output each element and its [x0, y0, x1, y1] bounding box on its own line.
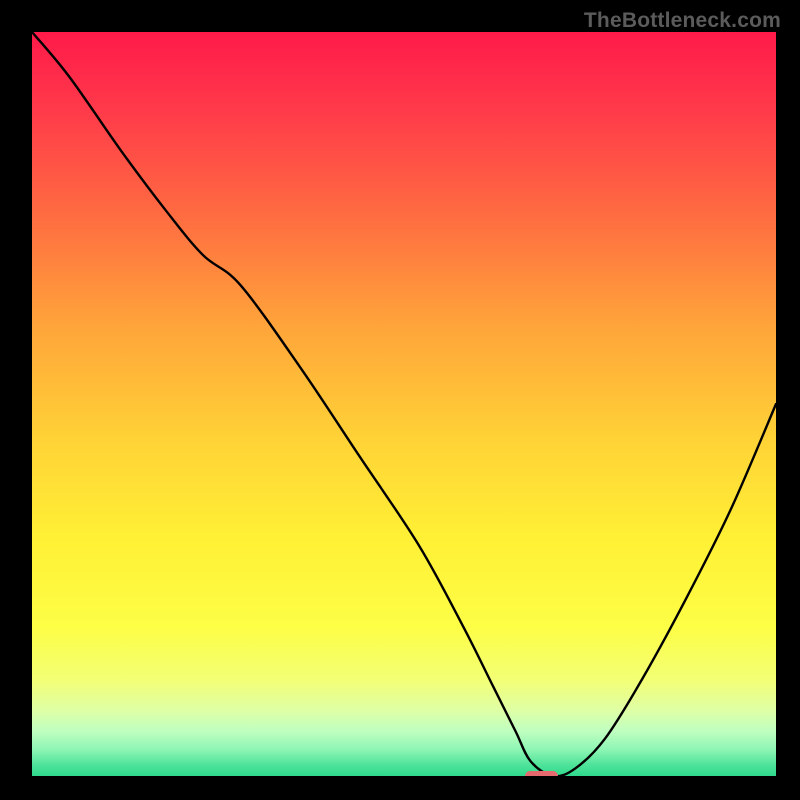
bottleneck-curve: [32, 32, 776, 776]
plot-area: [32, 32, 776, 776]
watermark-text: TheBottleneck.com: [584, 9, 781, 33]
optimal-marker: [525, 771, 558, 776]
chart-frame: TheBottleneck.com: [0, 0, 800, 800]
